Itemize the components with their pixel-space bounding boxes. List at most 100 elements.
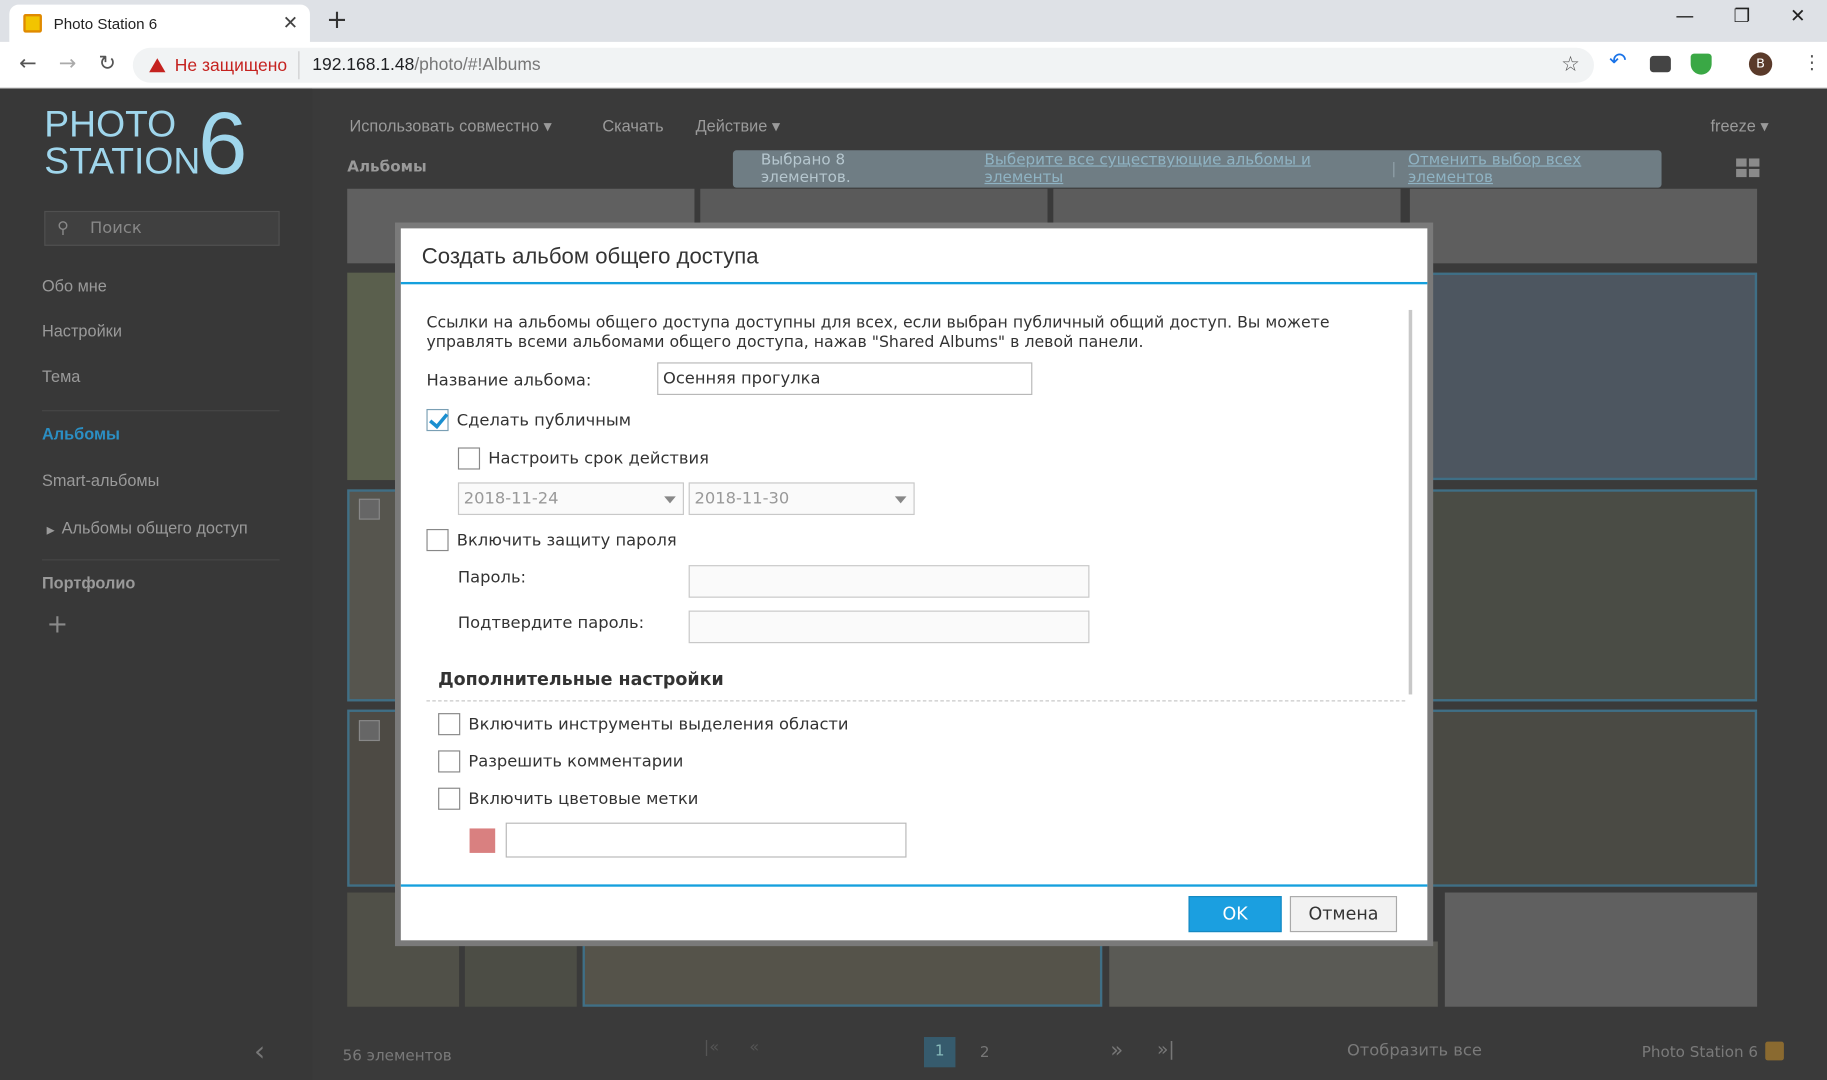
photo-thumbnail[interactable] [1428, 272, 1758, 481]
selected-checkbox-icon[interactable] [358, 720, 380, 742]
make-public-label: Сделать публичным [456, 411, 632, 430]
cancel-button[interactable]: Отмена [1289, 896, 1398, 933]
date-from-select[interactable]: 2018-11-24 [457, 482, 684, 516]
advanced-settings-heading: Дополнительные настройки [438, 668, 724, 690]
browser-toolbar: ← → ↻ Не защищено 192.168.1.48/photo/#!A… [0, 41, 1827, 89]
set-expiry-label: Настроить срок действия [488, 449, 709, 469]
dialog-footer-rule [400, 884, 1428, 887]
selected-checkbox-icon[interactable] [358, 498, 380, 520]
sidebar: PHOTO STATION 6 ⚲ Поиск Обо мне Настройк… [0, 88, 313, 1080]
logo-line1: PHOTO [44, 102, 177, 145]
next-page-icon[interactable]: » [1110, 1038, 1123, 1062]
security-indicator[interactable]: Не защищено [140, 51, 300, 80]
set-expiry-checkbox[interactable] [457, 447, 481, 470]
color-labels-checkbox[interactable] [438, 787, 461, 810]
album-name-input[interactable]: Осенняя прогулка [657, 362, 1033, 395]
allow-comments-checkbox[interactable] [438, 750, 461, 773]
breadcrumb: Альбомы [347, 158, 427, 176]
browser-tab[interactable]: Photo Station 6 ✕ [9, 4, 310, 42]
password-protect-checkbox[interactable] [426, 528, 449, 552]
url-text: 192.168.1.48/photo/#!Albums [312, 55, 540, 75]
page-1[interactable]: 1 [923, 1037, 956, 1068]
date-to-select[interactable]: 2018-11-30 [688, 482, 915, 516]
sidebar-item-about[interactable]: Обо мне [42, 276, 107, 295]
prev-page-icon[interactable]: « [749, 1038, 759, 1057]
rss-icon[interactable] [1765, 1041, 1784, 1061]
search-placeholder: Поиск [90, 219, 142, 238]
show-all-link[interactable]: Отобразить все [1347, 1042, 1482, 1061]
undo-extension-icon[interactable]: ↶ [1609, 49, 1630, 73]
tab-title: Photo Station 6 [53, 14, 158, 33]
photo-thumbnail[interactable] [1428, 709, 1758, 887]
logo: PHOTO STATION [44, 105, 200, 180]
restore-icon[interactable]: ❐ [1724, 5, 1759, 27]
expand-arrow-icon: ▶ [46, 524, 55, 536]
sidebar-item-smart-albums[interactable]: Smart-альбомы [42, 471, 159, 490]
pocket-extension-icon[interactable] [1649, 55, 1671, 73]
photo-thumbnail[interactable] [464, 941, 577, 1007]
footer-brand: Photo Station 6 [1641, 1044, 1759, 1062]
logo-line2: STATION [44, 139, 201, 182]
last-page-icon[interactable]: »| [1157, 1038, 1175, 1060]
region-tools-checkbox[interactable] [438, 713, 461, 736]
user-menu[interactable]: freeze ▾ [1710, 117, 1768, 137]
browser-menu-icon[interactable]: ⋮ [1803, 51, 1822, 73]
sidebar-item-shared-albums-label: Альбомы общего доступ [61, 518, 248, 538]
photo-thumbnail[interactable] [1444, 892, 1758, 1007]
dialog-title: Создать альбом общего доступа [421, 244, 759, 270]
chevron-down-icon [894, 496, 907, 504]
forward-icon[interactable]: → [54, 51, 82, 75]
color-label-name-input[interactable] [505, 822, 907, 858]
dialog-scrollbar[interactable] [1408, 309, 1413, 695]
add-portfolio-icon[interactable]: + [47, 611, 68, 640]
photo-thumbnail[interactable] [1109, 941, 1438, 1007]
download-button[interactable]: Скачать [602, 117, 663, 136]
deselect-all-link[interactable]: Отменить выбор всех элементов [1408, 151, 1662, 186]
sidebar-item-shared-albums[interactable]: ▶ Альбомы общего доступ [47, 519, 248, 538]
photo-thumbnail[interactable] [582, 941, 1103, 1007]
close-window-icon[interactable]: ✕ [1780, 5, 1815, 27]
sidebar-item-settings[interactable]: Настройки [42, 322, 122, 341]
item-count: 56 элементов [342, 1047, 452, 1065]
confirm-password-input[interactable] [688, 610, 1090, 644]
sidebar-item-albums[interactable]: Альбомы [42, 424, 120, 443]
region-tools-label: Включить инструменты выделения области [468, 715, 849, 735]
photo-thumbnail[interactable] [347, 489, 400, 702]
first-page-icon[interactable]: |« [704, 1038, 719, 1057]
address-bar[interactable]: Не защищено 192.168.1.48/photo/#!Albums … [132, 47, 1594, 83]
bookmark-star-icon[interactable]: ☆ [1561, 52, 1580, 76]
ok-button[interactable]: OK [1188, 896, 1282, 933]
close-tab-icon[interactable]: ✕ [283, 12, 299, 34]
share-menu-label: Использовать совместно [349, 116, 539, 136]
minimize-icon[interactable]: — [1667, 5, 1702, 27]
grid-view-icon[interactable] [1736, 158, 1762, 179]
action-menu[interactable]: Действие ▾ [696, 117, 780, 137]
album-thumbnail[interactable] [1409, 188, 1758, 264]
search-input[interactable]: ⚲ Поиск [44, 210, 280, 246]
reload-icon[interactable]: ↻ [93, 51, 121, 75]
photo-thumbnail[interactable] [347, 272, 400, 481]
collapse-sidebar-icon[interactable]: ‹ [254, 1035, 265, 1068]
logo-number: 6 [198, 94, 248, 194]
photo-station-favicon-icon [23, 13, 42, 33]
sidebar-item-theme[interactable]: Тема [42, 367, 80, 386]
password-input[interactable] [688, 565, 1090, 598]
color-label-swatch[interactable] [469, 828, 496, 853]
sidebar-item-portfolio[interactable]: Портфолио [42, 573, 135, 592]
dialog-body: Создать альбом общего доступа Ссылки на … [400, 228, 1428, 941]
new-tab-icon[interactable]: + [326, 6, 347, 35]
shield-extension-icon[interactable] [1690, 53, 1712, 75]
select-all-link[interactable]: Выберите все существующие альбомы и элем… [985, 151, 1380, 186]
make-public-checkbox[interactable] [426, 408, 449, 432]
back-icon[interactable]: ← [14, 51, 42, 75]
dialog-description: Ссылки на альбомы общего доступа доступн… [426, 313, 1330, 352]
photo-thumbnail[interactable] [1428, 489, 1758, 702]
allow-comments-label: Разрешить комментарии [468, 752, 684, 772]
url-host: 192.168.1.48 [312, 54, 415, 75]
banner-separator: | [1391, 160, 1397, 178]
page-2[interactable]: 2 [980, 1044, 990, 1061]
sidebar-divider [41, 410, 280, 412]
profile-avatar[interactable]: B [1748, 52, 1773, 76]
user-menu-label: freeze [1710, 116, 1756, 136]
share-menu[interactable]: Использовать совместно ▾ [350, 117, 552, 137]
